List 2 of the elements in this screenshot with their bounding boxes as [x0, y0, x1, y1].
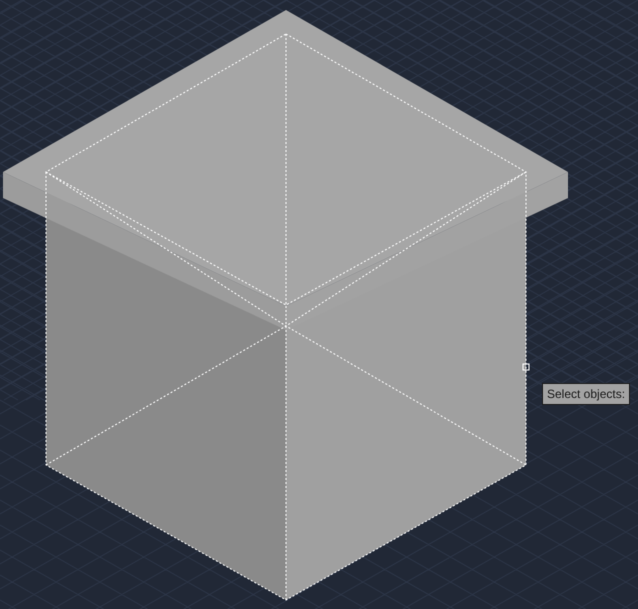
pickbox-cursor-icon	[522, 364, 530, 370]
command-tooltip: Select objects:	[542, 383, 630, 405]
